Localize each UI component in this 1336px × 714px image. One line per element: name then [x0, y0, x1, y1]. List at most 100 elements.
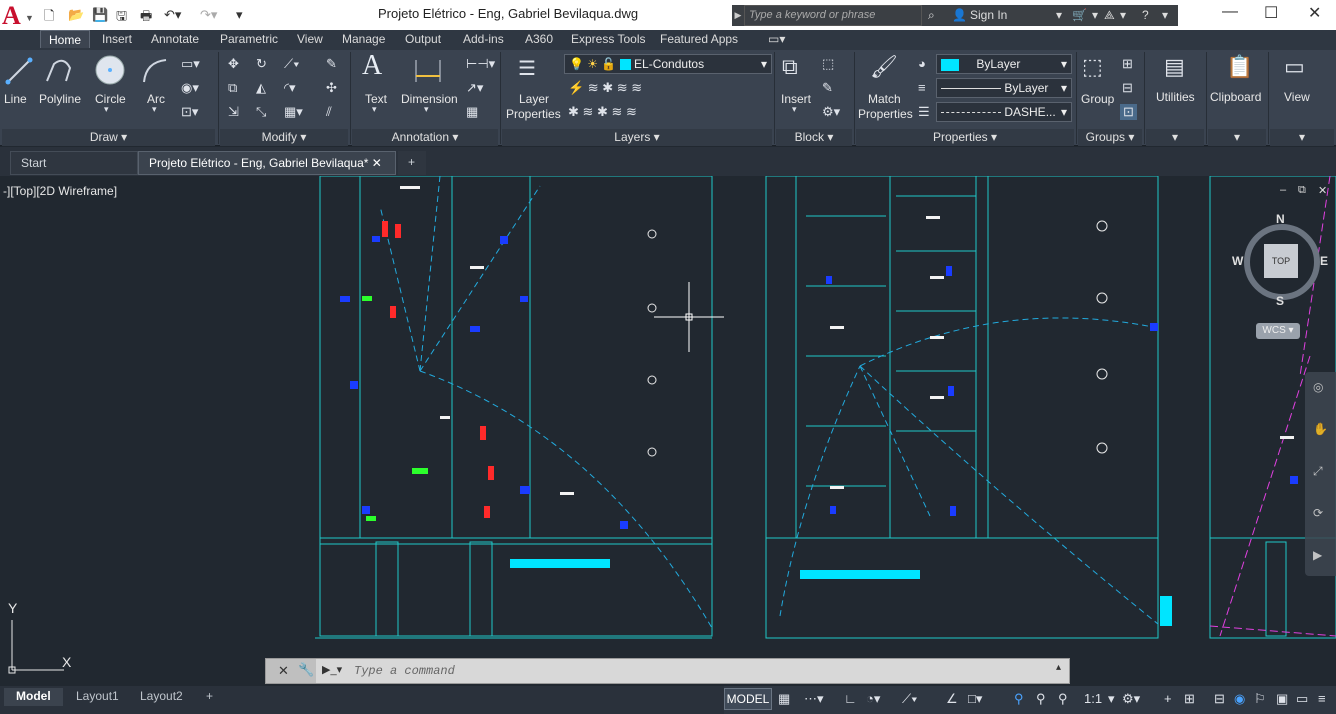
mirror-icon[interactable]: ◭	[256, 80, 266, 96]
stretch-icon[interactable]: ⇲	[228, 104, 239, 120]
layout1-tab[interactable]: Layout1	[64, 688, 131, 706]
group-selection-icon[interactable]: ⊡	[1120, 104, 1137, 120]
search-expand-icon[interactable]: ▶	[732, 5, 744, 26]
tab-insert[interactable]: Insert	[102, 32, 132, 46]
zoom-extents-icon[interactable]: ⤢	[1313, 464, 1323, 479]
tab-view[interactable]: View	[297, 32, 323, 46]
hatch-icon[interactable]: ◉▾	[181, 80, 199, 96]
viewcube-top-face[interactable]: TOP	[1264, 244, 1298, 278]
block-panel-title[interactable]: Block ▾	[776, 129, 852, 146]
draw-panel-title[interactable]: Draw ▾	[2, 129, 215, 146]
drawing-viewport[interactable]: -][Top][2D Wireframe] – ⧉ ✕ TOP N S E W …	[0, 176, 1336, 686]
layer-tool-icon[interactable]: ✱ ≋ ✱ ≋ ≋	[568, 104, 637, 120]
layer-properties-label-1[interactable]: Layer	[519, 92, 549, 106]
cad-drawing[interactable]	[0, 176, 1336, 686]
object-snap-tracking-icon[interactable]: ∠	[946, 691, 958, 707]
dimension-dropdown-icon[interactable]: ▾	[424, 104, 429, 115]
view-panel-title[interactable]: ▾	[1270, 129, 1334, 146]
block-attributes-icon[interactable]: ⚙▾	[822, 104, 840, 120]
modify-panel-title[interactable]: Modify ▾	[220, 129, 348, 146]
command-close-icon[interactable]: ✕	[278, 663, 289, 679]
lineweight-dropdown[interactable]: ByLayer ▾	[936, 78, 1072, 98]
compass-south-label[interactable]: S	[1276, 294, 1284, 308]
tab-annotate[interactable]: Annotate	[151, 32, 199, 46]
scale-icon[interactable]: ⤡	[256, 104, 266, 120]
view-button[interactable]: View	[1284, 90, 1310, 104]
erase-icon[interactable]: ✎	[326, 56, 337, 72]
offset-icon[interactable]: ⫽	[326, 104, 332, 120]
rotate-icon[interactable]: ↻	[256, 56, 267, 72]
annotation-visibility-icon[interactable]: ⚲	[1014, 691, 1024, 707]
application-menu-button[interactable]: A ▼	[0, 0, 36, 30]
command-history-icon[interactable]: ▶_▾	[322, 663, 342, 676]
isolate-objects-icon[interactable]: ⊟	[1214, 691, 1225, 707]
tab-a360[interactable]: A360	[525, 32, 553, 46]
pan-icon[interactable]: ✋	[1313, 422, 1328, 436]
maximize-icon[interactable]: ☐	[1264, 3, 1278, 23]
ortho-icon[interactable]: ∟	[844, 691, 857, 706]
clean-screen-icon[interactable]: ⚐	[1254, 691, 1266, 707]
compass-west-label[interactable]: W	[1232, 254, 1243, 268]
tab-home[interactable]: Home	[40, 30, 91, 48]
layers-panel-title[interactable]: Layers ▾	[502, 129, 772, 146]
move-icon[interactable]: ✥	[228, 56, 239, 72]
command-input[interactable]: Type a command	[354, 664, 455, 678]
hardware-accel-icon[interactable]: ◉	[1234, 691, 1245, 707]
print-icon[interactable]: 🖶	[140, 7, 152, 29]
exchange-dropdown-icon[interactable]: ▾	[1120, 8, 1126, 22]
redo-icon[interactable]: ↷▾	[200, 7, 217, 23]
showmotion-icon[interactable]: ▶	[1313, 548, 1322, 562]
units-icon[interactable]: ⊞	[1184, 691, 1195, 707]
orbit-icon[interactable]: ⟳	[1313, 506, 1323, 520]
layer-tool-icon[interactable]: ⚡ ≋ ✱ ≋ ≋	[568, 80, 642, 96]
properties-panel-title[interactable]: Properties ▾	[856, 129, 1074, 146]
steering-wheel-icon[interactable]: ◎	[1313, 380, 1323, 394]
auto-scale-icon[interactable]: ⚲	[1036, 691, 1046, 707]
new-file-icon[interactable]: 🗋	[44, 7, 54, 29]
close-icon[interactable]: ✕	[1308, 3, 1321, 23]
layer-dropdown[interactable]: 💡 ☀ 🔓 EL-Condutos ▾	[564, 54, 772, 74]
trim-icon[interactable]: ⟋▾	[284, 56, 299, 72]
table-icon[interactable]: ▦	[466, 104, 478, 120]
save-icon[interactable]: 💾	[92, 7, 108, 23]
create-block-icon[interactable]: ⬚	[822, 56, 834, 72]
leader-icon[interactable]: ↗▾	[466, 80, 483, 96]
new-layout-button[interactable]: +	[194, 688, 226, 706]
polyline-button[interactable]: Polyline	[39, 92, 81, 106]
exchange-icon[interactable]: ⟁	[1104, 8, 1115, 23]
workspace-gear-icon[interactable]: ⚙▾	[1122, 691, 1140, 707]
fullscreen-icon[interactable]: ▭	[1296, 691, 1308, 707]
open-folder-icon[interactable]: 📂	[68, 7, 84, 23]
ribbon-options-icon[interactable]: ▭▾	[768, 32, 785, 46]
isodraft-icon[interactable]: ⟋▾	[902, 691, 917, 707]
tab-output[interactable]: Output	[405, 32, 441, 46]
cart-icon[interactable]: 🛒	[1072, 8, 1087, 22]
tab-manage[interactable]: Manage	[342, 32, 385, 46]
grid-icon[interactable]: ▦	[778, 691, 790, 707]
command-customize-icon[interactable]: 🔧	[298, 662, 314, 678]
insert-dropdown-icon[interactable]: ▾	[792, 104, 797, 115]
ungroup-icon[interactable]: ⊞	[1122, 56, 1133, 72]
search-input[interactable]: Type a keyword or phrase	[744, 5, 922, 26]
utilities-panel-title[interactable]: ▾	[1146, 129, 1204, 146]
start-tab[interactable]: Start	[10, 151, 138, 175]
viewport-minimize-icon[interactable]: –	[1280, 184, 1286, 196]
lock-ui-icon[interactable]: ▣	[1276, 691, 1288, 707]
explode-icon[interactable]: ✣	[326, 80, 337, 96]
wcs-menu-button[interactable]: WCS ▾	[1256, 323, 1300, 339]
viewport-close-icon[interactable]: ✕	[1318, 184, 1327, 197]
tab-express-tools[interactable]: Express Tools	[571, 32, 645, 46]
array-icon[interactable]: ▦▾	[284, 104, 303, 120]
match-properties-label-1[interactable]: Match	[868, 92, 901, 106]
layout2-tab[interactable]: Layout2	[128, 688, 195, 706]
match-properties-label-2[interactable]: Properties	[858, 107, 913, 121]
clipboard-button[interactable]: Clipboard	[1210, 90, 1261, 104]
plus-icon[interactable]: +	[1164, 691, 1172, 706]
scale-value[interactable]: 1:1	[1084, 691, 1102, 706]
sign-in-dropdown-icon[interactable]: ▾	[1056, 8, 1062, 22]
object-snap-icon[interactable]: □▾	[968, 691, 982, 707]
arc-dropdown-icon[interactable]: ▾	[152, 104, 157, 115]
fillet-icon[interactable]: ◜▾	[284, 80, 296, 96]
viewport-controls-label[interactable]: -][Top][2D Wireframe]	[3, 184, 117, 198]
minimize-icon[interactable]: —	[1222, 3, 1238, 21]
